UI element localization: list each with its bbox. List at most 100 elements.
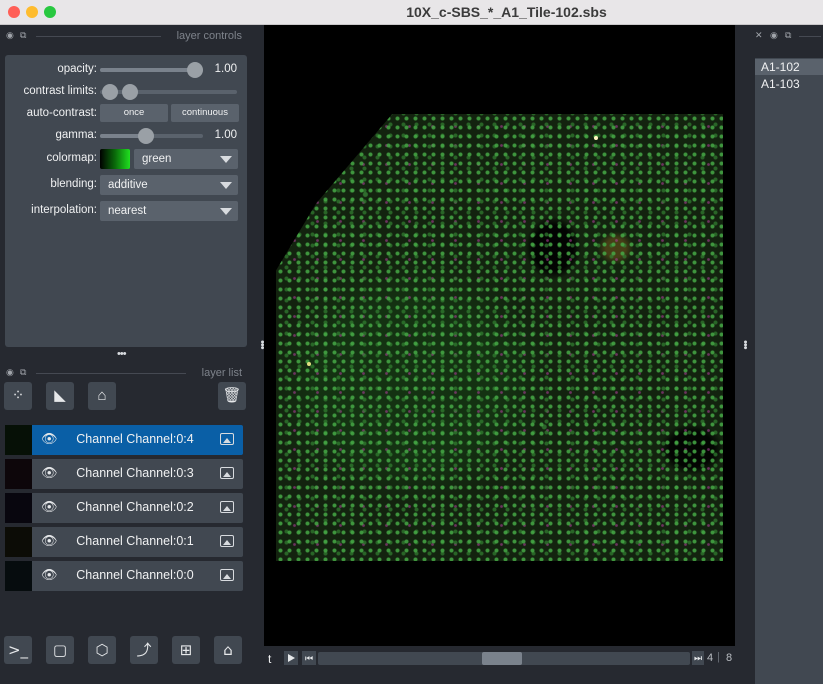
layer-row[interactable]: 👁 Channel Channel:0:2 bbox=[5, 493, 243, 523]
visibility-eye-icon[interactable]: 👁 bbox=[41, 499, 58, 515]
window-titlebar: 10X_c-SBS_*_A1_Tile-102.sbs bbox=[0, 0, 823, 25]
gamma-label: gamma: bbox=[55, 129, 97, 141]
chevron-down-icon bbox=[220, 182, 232, 189]
tile-list: A1-102 A1-103 bbox=[755, 58, 823, 684]
layer-thumbnail bbox=[5, 493, 32, 523]
layer-name: Channel Channel:0:4 bbox=[76, 432, 194, 446]
right-splitter[interactable]: ••• bbox=[735, 25, 751, 672]
float-icon[interactable]: ◉ bbox=[770, 30, 778, 41]
undock-icon[interactable]: ⧉ bbox=[20, 30, 26, 41]
interpolation-value: nearest bbox=[108, 205, 147, 217]
image-layer-icon bbox=[220, 569, 234, 581]
opacity-slider-handle[interactable] bbox=[187, 62, 203, 78]
interpolation-row: interpolation: nearest bbox=[5, 200, 247, 222]
visibility-eye-icon[interactable]: 👁 bbox=[41, 533, 58, 549]
image-layer-icon bbox=[220, 467, 234, 479]
console-icon[interactable]: >_ bbox=[4, 636, 32, 664]
left-dock: ◉ ⧉ layer controls opacity: 1.00 contras… bbox=[0, 25, 252, 672]
interpolation-label: interpolation: bbox=[31, 204, 97, 216]
grid-icon[interactable]: ⊞ bbox=[172, 636, 200, 664]
new-labels-layer-button[interactable]: ⌂ bbox=[88, 382, 116, 410]
new-shapes-layer-button[interactable]: ◣ bbox=[46, 382, 74, 410]
list-item[interactable]: A1-103 bbox=[755, 76, 823, 92]
dims-slider[interactable] bbox=[318, 652, 690, 665]
roll-cube-icon[interactable]: ⬡ bbox=[88, 636, 116, 664]
layer-list-title: layer list bbox=[201, 367, 242, 379]
new-points-layer-button[interactable]: ⁘ bbox=[4, 382, 32, 410]
play-icon[interactable] bbox=[284, 651, 298, 665]
undock-icon[interactable]: ⧉ bbox=[20, 367, 26, 378]
delete-layer-button[interactable]: 🗑 bbox=[218, 382, 246, 410]
auto-contrast-once-button[interactable]: once bbox=[100, 104, 168, 122]
visibility-eye-icon[interactable]: 👁 bbox=[41, 431, 58, 447]
layer-controls-header: ◉ ⧉ layer controls bbox=[0, 25, 252, 47]
image-layer-icon bbox=[220, 501, 234, 513]
contrast-limits-label: contrast limits: bbox=[23, 85, 98, 97]
list-item[interactable]: A1-102 bbox=[755, 59, 823, 75]
visibility-eye-icon[interactable]: 👁 bbox=[41, 465, 58, 481]
visibility-eye-icon[interactable]: 👁 bbox=[41, 567, 58, 583]
step-first-icon[interactable]: ⏮ bbox=[302, 651, 316, 665]
chevron-down-icon bbox=[220, 208, 232, 215]
bright-spot bbox=[594, 136, 598, 140]
layer-controls-title: layer controls bbox=[176, 30, 242, 42]
float-icon[interactable]: ◉ bbox=[6, 367, 14, 378]
image-cells bbox=[276, 114, 723, 561]
blending-row: blending: additive bbox=[5, 174, 247, 196]
splitter-handle[interactable]: ••• bbox=[117, 348, 127, 360]
step-last-icon[interactable]: ⏭ bbox=[692, 651, 704, 665]
opacity-label: opacity: bbox=[57, 63, 97, 75]
layer-row[interactable]: 👁 Channel Channel:0:1 bbox=[5, 527, 243, 557]
contrast-limits-slider[interactable] bbox=[100, 90, 237, 94]
layer-row[interactable]: 👁 Channel Channel:0:0 bbox=[5, 561, 243, 591]
window-title: 10X_c-SBS_*_A1_Tile-102.sbs bbox=[406, 4, 607, 20]
colormap-row: colormap: green bbox=[5, 148, 247, 170]
header-divider bbox=[36, 36, 161, 37]
layer-controls-panel: opacity: 1.00 contrast limits: auto-cont… bbox=[5, 55, 247, 347]
image-layer-icon bbox=[220, 433, 234, 445]
image-canvas[interactable] bbox=[264, 25, 735, 646]
colormap-select[interactable]: green bbox=[134, 149, 238, 169]
colormap-value: green bbox=[142, 153, 172, 165]
header-divider bbox=[36, 373, 186, 374]
contrast-min-handle[interactable] bbox=[102, 84, 118, 100]
layer-row[interactable]: 👁 Channel Channel:0:4 bbox=[5, 425, 243, 455]
layer-list-header: ◉ ⧉ layer list bbox=[0, 362, 252, 384]
dims-slider-bar: t ⏮ ⏭ 4 | 8 bbox=[264, 646, 735, 672]
current-step[interactable]: 4 bbox=[707, 652, 713, 664]
layer-name: Channel Channel:0:0 bbox=[76, 568, 194, 582]
layer-name: Channel Channel:0:3 bbox=[76, 466, 194, 480]
colormap-swatch bbox=[100, 149, 130, 169]
bright-spot bbox=[307, 362, 311, 366]
step-separator: | bbox=[717, 651, 720, 663]
total-steps: 8 bbox=[726, 652, 733, 664]
auto-contrast-row: auto-contrast: once continuous bbox=[5, 103, 247, 125]
microscopy-image bbox=[276, 114, 723, 561]
gamma-slider-handle[interactable] bbox=[138, 128, 154, 144]
float-icon[interactable]: ◉ bbox=[6, 30, 14, 41]
layer-thumbnail bbox=[5, 527, 32, 557]
left-splitter[interactable]: ••• bbox=[252, 25, 268, 672]
close-icon[interactable]: ✕ bbox=[755, 30, 763, 41]
auto-contrast-label: auto-contrast: bbox=[26, 107, 97, 119]
right-dock: ✕ ◉ ⧉ A1-102 A1-103 bbox=[747, 25, 823, 684]
auto-contrast-continuous-button[interactable]: continuous bbox=[171, 104, 239, 122]
layer-name: Channel Channel:0:1 bbox=[76, 534, 194, 548]
opacity-value: 1.00 bbox=[214, 63, 237, 75]
interpolation-select[interactable]: nearest bbox=[100, 201, 238, 221]
undock-icon[interactable]: ⧉ bbox=[785, 30, 791, 41]
blending-select[interactable]: additive bbox=[100, 175, 238, 195]
dims-slider-thumb[interactable] bbox=[482, 652, 522, 665]
layer-row[interactable]: 👁 Channel Channel:0:3 bbox=[5, 459, 243, 489]
blending-value: additive bbox=[108, 179, 148, 191]
colormap-label: colormap: bbox=[46, 152, 98, 164]
ndisplay-square-icon[interactable]: ▢ bbox=[46, 636, 74, 664]
layer-name: Channel Channel:0:2 bbox=[76, 500, 194, 514]
transpose-icon[interactable]: ⤴ bbox=[130, 636, 158, 664]
layer-thumbnail bbox=[5, 561, 32, 591]
contrast-max-handle[interactable] bbox=[122, 84, 138, 100]
blending-label: blending: bbox=[50, 178, 97, 190]
home-icon[interactable]: ⌂ bbox=[214, 636, 242, 664]
axis-label: t bbox=[268, 652, 272, 666]
image-layer-icon bbox=[220, 535, 234, 547]
